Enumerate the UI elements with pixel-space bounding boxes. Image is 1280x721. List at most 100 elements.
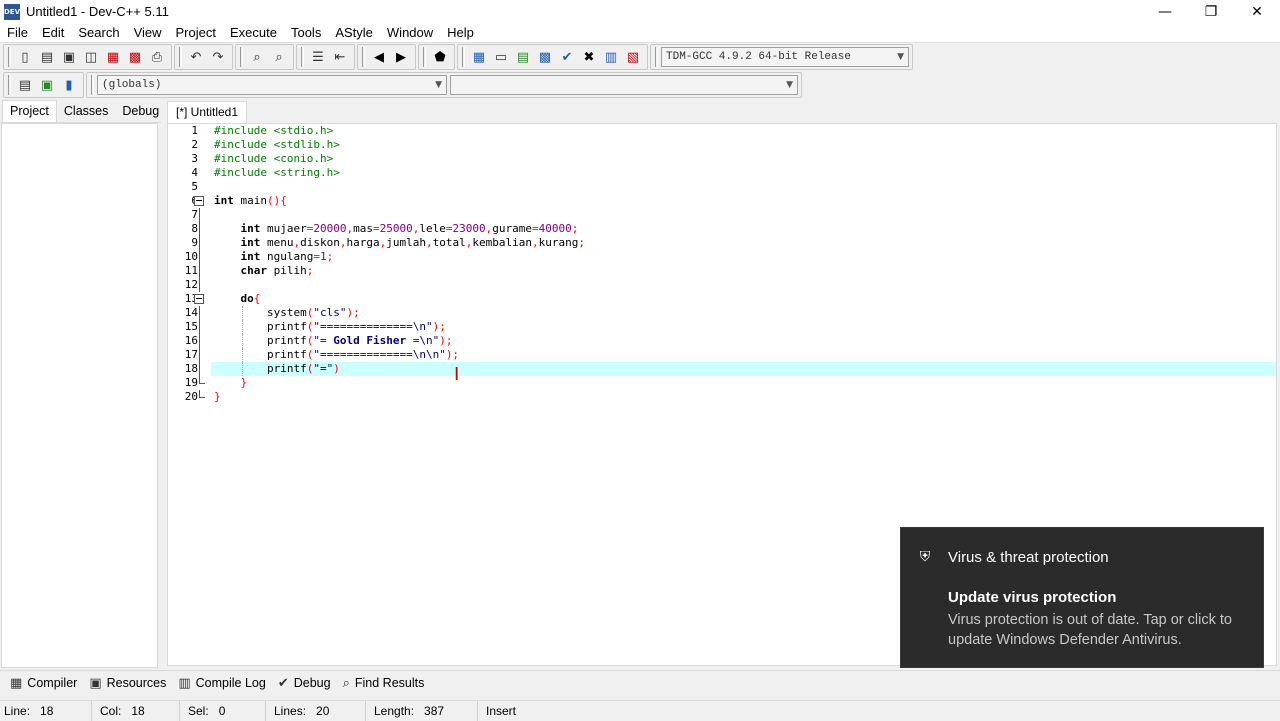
toolbar-grip[interactable] (240, 47, 243, 67)
bottom-panel-tabs: ▦ Compiler ▣ Resources ▥ Compile Log ✔ Debug… (0, 670, 1280, 695)
code-line: 14 system("cls"); (184, 306, 360, 320)
find-icon[interactable]: ⌕ (246, 46, 268, 68)
member-select[interactable]: ▼ (450, 75, 798, 95)
toggle-icon[interactable]: ▣ (36, 74, 58, 96)
goto-icon[interactable]: ▮ (58, 74, 80, 96)
fold-toggle-icon[interactable] (194, 196, 204, 206)
menu-edit[interactable]: Edit (35, 23, 71, 43)
code-line: 9 int menu,diskon,harga,jumlah,total,kem… (191, 236, 585, 250)
code-line: 4 #include <string.h> (191, 166, 340, 179)
code-line: 5 (191, 180, 198, 193)
toolbar-grip[interactable] (91, 75, 94, 95)
notification-app-name: Virus & threat protection (948, 548, 1109, 566)
search-toolbar: ⌕ ⌕ (235, 44, 294, 70)
print-icon[interactable]: ⎙ (146, 46, 168, 68)
tab-compiler-label: Compiler (27, 676, 78, 690)
open-file-icon[interactable]: ▤ (36, 46, 58, 68)
scope-select-value: (globals) (102, 79, 162, 91)
notification-title: Update virus protection (948, 589, 1117, 606)
close-all-icon[interactable]: ▩ (124, 46, 146, 68)
previous-bookmark-icon[interactable]: ◀ (368, 46, 390, 68)
tab-compile-log[interactable]: ▥ Compile Log (172, 671, 271, 696)
toolbar-grip[interactable] (301, 47, 304, 67)
code-line: 15 printf("==============\n"); (184, 320, 446, 334)
menu-execute[interactable]: Execute (223, 23, 284, 43)
maximize-button[interactable]: ❐ (1188, 0, 1234, 23)
toolbar-grip[interactable] (655, 47, 658, 67)
menu-file[interactable]: File (0, 23, 35, 43)
tab-debug[interactable]: Debug (115, 101, 166, 122)
new-file-icon[interactable]: ▯ (14, 46, 36, 68)
menu-bar: File Edit Search View Project Execute To… (0, 23, 1280, 43)
menu-tools[interactable]: Tools (284, 23, 328, 43)
close-button[interactable]: ✕ (1234, 0, 1280, 23)
redo-icon[interactable]: ↷ (207, 46, 229, 68)
goto-toolbar: ⬟ (418, 44, 455, 70)
toolbar-grip[interactable] (179, 47, 182, 67)
menu-help[interactable]: Help (440, 23, 481, 43)
next-bookmark-icon[interactable]: ▶ (390, 46, 412, 68)
menu-search[interactable]: Search (71, 23, 126, 43)
code-line: 10 int ngulang=1; (184, 250, 334, 264)
compile-icon[interactable]: ▦ (468, 46, 490, 68)
syntax-check-icon[interactable]: ✔ (556, 46, 578, 68)
check-icon: ✔ (277, 675, 289, 691)
tab-untitled1[interactable]: [*] Untitled1 (167, 101, 248, 123)
delete-profile-icon[interactable]: ▧ (622, 46, 644, 68)
minimize-button[interactable]: — (1142, 0, 1188, 23)
code-line: 19 } (184, 376, 248, 389)
code-line: 13 do{ (184, 292, 261, 305)
tab-debug-output[interactable]: ✔ Debug (272, 671, 337, 696)
close-file-icon[interactable]: ▦ (102, 46, 124, 68)
text-cursor-icon: I (454, 364, 460, 385)
project-tree[interactable] (1, 123, 158, 668)
tab-compiler[interactable]: ▦ Compiler (4, 671, 83, 696)
bookmark-toolbar: ◀ ▶ (357, 44, 416, 70)
menu-window[interactable]: Window (380, 23, 440, 43)
undo-icon[interactable]: ↶ (185, 46, 207, 68)
toolbar-grip[interactable] (362, 47, 365, 67)
menu-project[interactable]: Project (169, 23, 223, 43)
goto-line-icon[interactable]: ⬟ (429, 46, 451, 68)
save-all-icon[interactable]: ◫ (80, 46, 102, 68)
save-icon[interactable]: ▣ (58, 46, 80, 68)
insert-icon[interactable]: ▤ (14, 74, 36, 96)
defender-notification[interactable]: ⛨ Virus & threat protection Update virus… (900, 527, 1264, 668)
compile-run-icon[interactable]: ▤ (512, 46, 534, 68)
toolbar-grip[interactable] (8, 47, 11, 67)
tab-find-results[interactable]: ⌕ Find Results (337, 671, 431, 696)
file-toolbar: ▯ ▤ ▣ ◫ ▦ ▩ ⎙ (3, 44, 172, 70)
window-controls: — ❐ ✕ (1142, 0, 1280, 23)
profile-icon[interactable]: ▥ (600, 46, 622, 68)
scope-select[interactable]: (globals) ▼ (97, 75, 447, 95)
fold-toggle-icon[interactable] (194, 294, 204, 304)
tab-find-results-label: Find Results (354, 676, 425, 690)
menu-view[interactable]: View (127, 23, 169, 43)
left-panel-tabs: Project Classes Debug (0, 99, 161, 123)
status-lines: Lines: 20 (266, 700, 366, 721)
tab-resources[interactable]: ▣ Resources (83, 671, 172, 696)
run-icon[interactable]: ▭ (490, 46, 512, 68)
unindent-icon[interactable]: ⇤ (329, 46, 351, 68)
toolbar-grip[interactable] (423, 47, 426, 67)
chevron-down-icon: ▼ (897, 52, 904, 62)
tab-debug-label: Debug (293, 676, 331, 690)
rebuild-all-icon[interactable]: ▩ (534, 46, 556, 68)
code-line: 17 printf("==============\n\n"); (184, 348, 460, 362)
toolbar-grip[interactable] (8, 75, 11, 95)
code-line: 1 #include <stdio.h> (191, 124, 334, 137)
menu-astyle[interactable]: AStyle (328, 23, 380, 43)
status-length: Length: 387 (366, 700, 478, 721)
tab-classes[interactable]: Classes (57, 101, 115, 122)
tab-project[interactable]: Project (2, 100, 57, 122)
devcpp-app-icon: DEV (4, 3, 20, 20)
abort-compilation-icon[interactable]: ✖ (578, 46, 600, 68)
status-mode: Insert (486, 703, 517, 718)
shield-icon: ⛨ (919, 549, 931, 565)
toolbar-grip[interactable] (462, 47, 465, 67)
compiler-select[interactable]: TDM-GCC 4.9.2 64-bit Release ▼ (661, 47, 909, 67)
title-bar: DEV Untitled1 - Dev-C++ 5.11 — ❐ ✕ (0, 0, 1280, 23)
code-line: 2 #include <stdlib.h> (191, 138, 340, 151)
replace-icon[interactable]: ⌕ (268, 46, 290, 68)
indent-icon[interactable]: ☰ (307, 46, 329, 68)
